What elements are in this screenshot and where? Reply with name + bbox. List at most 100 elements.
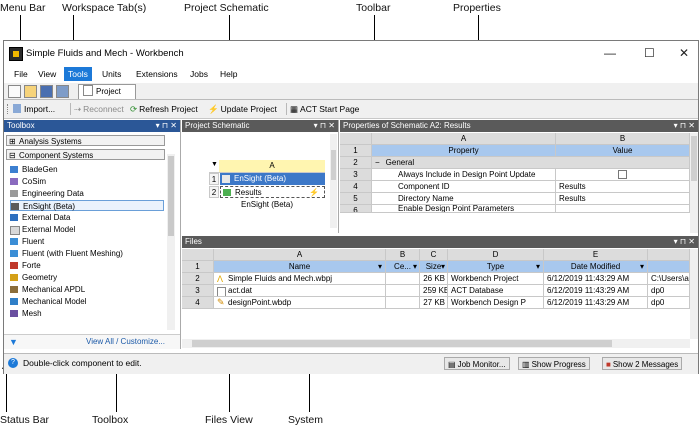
column-header-e[interactable]: E: [544, 249, 648, 261]
column-header-a[interactable]: A: [372, 133, 556, 145]
minimize-button[interactable]: —: [604, 46, 616, 60]
file-date-cell: 6/12/2019 11:43:29 AM: [544, 273, 648, 285]
toolbox-item-geometry[interactable]: Geometry: [10, 272, 164, 283]
filter-dropdown-icon[interactable]: ▾: [413, 261, 417, 272]
toolbox-item-fluent-meshing[interactable]: Fluent (with Fluent Meshing): [10, 248, 164, 259]
panel-controls[interactable]: ▾ ⊓ ✕: [314, 120, 335, 132]
show-messages-button[interactable]: ■ Show 2 Messages: [602, 357, 683, 370]
new-project-icon[interactable]: [8, 85, 21, 98]
menu-jobs[interactable]: Jobs: [186, 67, 212, 81]
type-header[interactable]: Type ▾: [448, 261, 544, 273]
system-menu-icon[interactable]: ▼: [211, 161, 218, 168]
system-cell-results[interactable]: Results ⚡: [220, 186, 325, 198]
menu-help[interactable]: Help: [216, 67, 241, 81]
toolbox-item-external-data[interactable]: External Data: [10, 212, 164, 223]
open-folder-icon[interactable]: [24, 85, 37, 98]
close-button[interactable]: ✕: [679, 46, 689, 60]
maximize-button[interactable]: ☐: [644, 46, 655, 60]
toolbox-item-external-model[interactable]: External Model: [10, 224, 164, 235]
menu-file[interactable]: File: [10, 67, 32, 81]
group-analysis-systems[interactable]: ⊞ Analysis Systems: [6, 135, 165, 146]
panel-controls[interactable]: ▾ ⊓ ✕: [674, 120, 695, 132]
system-row-number: 2: [209, 186, 219, 198]
properties-table: A B 1 Property Value 2 − General 3 Always…: [340, 133, 690, 233]
import-button[interactable]: Import...: [13, 100, 55, 118]
ensight-system-block[interactable]: ▼ A 1 EnSight (Beta) 2 Results ⚡ EnSight…: [209, 160, 325, 209]
reconnect-button[interactable]: ⇢ Reconnect: [74, 100, 124, 118]
section-general[interactable]: − General: [372, 157, 690, 169]
tab-project-label: Project: [96, 87, 121, 96]
toolbox-item-ensight[interactable]: EnSight (Beta): [10, 200, 164, 211]
file-name-cell[interactable]: act.dat: [214, 285, 386, 297]
property-cell: Enable Design Point Parameters: [372, 205, 556, 213]
menu-view[interactable]: View: [34, 67, 60, 81]
act-start-page-button[interactable]: ▦ ACT Start Page: [290, 100, 359, 118]
files-vertical-scrollbar[interactable]: [690, 249, 698, 339]
view-all-customize-link[interactable]: View All / Customize...: [86, 337, 165, 346]
toolbox-item-cosim[interactable]: CoSim: [10, 176, 164, 187]
reconnect-icon: ⇢: [74, 104, 82, 114]
ensight-cell-icon: [222, 175, 230, 183]
filter-dropdown-icon[interactable]: ▾: [536, 261, 540, 272]
date-header[interactable]: Date Modified ▾: [544, 261, 648, 273]
collapse-icon[interactable]: −: [375, 158, 380, 167]
filter-dropdown-icon[interactable]: ▾: [441, 261, 445, 272]
schematic-scrollbar[interactable]: [330, 134, 337, 228]
file-name-cell[interactable]: ✎ designPoint.wbdp: [214, 297, 386, 309]
panel-controls[interactable]: ▾ ⊓ ✕: [674, 236, 695, 248]
column-header-b[interactable]: B: [556, 133, 690, 145]
column-header-f[interactable]: [648, 249, 690, 261]
geometry-icon: [10, 274, 18, 281]
toolbox-item-mesh[interactable]: Mesh: [10, 308, 164, 319]
value-cell[interactable]: Results: [556, 181, 690, 193]
item-label: Mechanical APDL: [22, 285, 86, 294]
group-component-systems[interactable]: ⊟ Component Systems: [6, 149, 165, 160]
column-header-a[interactable]: A: [214, 249, 386, 261]
filter-icon[interactable]: ▼: [9, 337, 18, 347]
help-icon[interactable]: ?: [8, 358, 18, 368]
refresh-project-button[interactable]: ⟳ Refresh Project: [130, 100, 198, 118]
always-include-checkbox[interactable]: [618, 170, 627, 180]
toolbox-item-mechanical-apdl[interactable]: Mechanical APDL: [10, 284, 164, 295]
column-header-b[interactable]: B: [386, 249, 420, 261]
save-icon[interactable]: [40, 85, 53, 98]
value-cell[interactable]: [556, 169, 690, 181]
cell-header[interactable]: Ce... ▾: [386, 261, 420, 273]
item-label: CoSim: [22, 177, 47, 186]
files-horizontal-scrollbar-thumb[interactable]: [192, 340, 612, 347]
properties-scrollbar-thumb[interactable]: [691, 136, 697, 181]
value-cell[interactable]: Results: [556, 193, 690, 205]
system-cell-ensight[interactable]: EnSight (Beta): [220, 173, 325, 185]
tab-project[interactable]: Project: [78, 84, 136, 99]
location-header[interactable]: [648, 261, 690, 273]
menu-extensions[interactable]: Extensions: [132, 67, 182, 81]
menu-units[interactable]: Units: [98, 67, 125, 81]
callout-toolbar: Toolbar: [356, 2, 391, 14]
files-header: Files ▾ ⊓ ✕: [182, 236, 698, 248]
name-header[interactable]: Name ▾: [214, 261, 386, 273]
show-progress-button[interactable]: ▥ Show Progress: [518, 357, 590, 370]
filter-dropdown-icon[interactable]: ▾: [378, 261, 382, 272]
file-name-cell[interactable]: Λ Simple Fluids and Mech.wbpj: [214, 273, 386, 285]
panel-controls[interactable]: ▾ ⊓ ✕: [156, 120, 177, 132]
toolbox-panel: Toolbox ▾ ⊓ ✕ ⊞ Analysis Systems ⊟ Compone…: [4, 120, 181, 349]
save-as-icon[interactable]: [56, 85, 69, 98]
toolbox-item-fluent[interactable]: Fluent: [10, 236, 164, 247]
toolbox-scrollbar-thumb[interactable]: [168, 156, 174, 236]
job-monitor-button[interactable]: ▤ Job Monitor...: [444, 357, 510, 370]
menu-tools[interactable]: Tools: [64, 67, 92, 81]
toolbox-item-mechanical-model[interactable]: Mechanical Model: [10, 296, 164, 307]
schematic-scrollbar-thumb[interactable]: [331, 150, 336, 180]
size-header[interactable]: Size ▾: [420, 261, 448, 273]
toolbox-item-bladegen[interactable]: BladeGen: [10, 164, 164, 175]
column-header-c[interactable]: C: [420, 249, 448, 261]
value-cell[interactable]: [556, 205, 690, 213]
workspace-tab-bar: Project: [4, 83, 698, 100]
filter-dropdown-icon[interactable]: ▾: [640, 261, 644, 272]
row-number: 3: [340, 169, 372, 181]
size-header-label: Size: [425, 262, 442, 271]
update-project-button[interactable]: ⚡ Update Project: [208, 100, 277, 118]
toolbox-item-forte[interactable]: Forte: [10, 260, 164, 271]
column-header-d[interactable]: D: [448, 249, 544, 261]
toolbox-item-engineering-data[interactable]: Engineering Data: [10, 188, 164, 199]
